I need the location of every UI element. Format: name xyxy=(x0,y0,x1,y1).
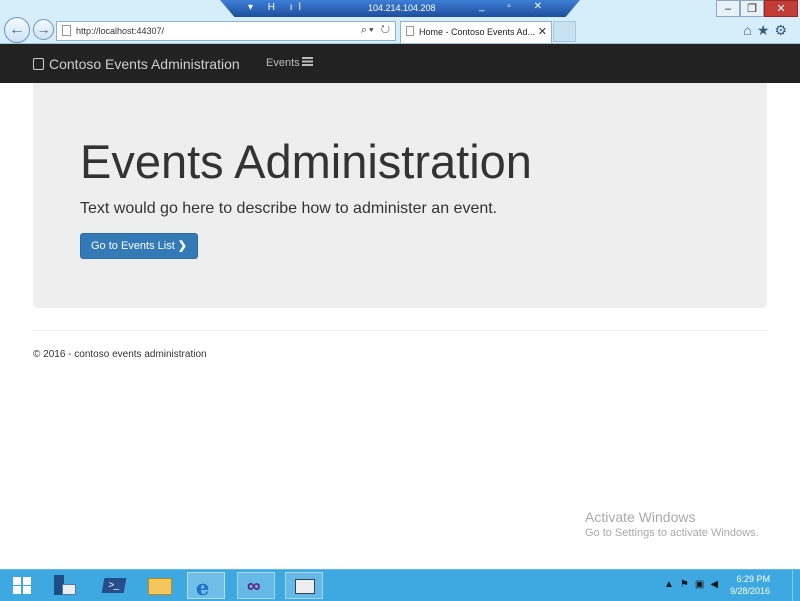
browser-chrome: ▾ H ıl 104.214.104.208 _ ▫ ✕ – ❐ ✕ ← → htt… xyxy=(0,0,800,44)
clock-date: 9/28/2016 xyxy=(729,586,770,596)
app-window-icon xyxy=(295,579,315,594)
brand-link[interactable]: Contoso Events Administration xyxy=(33,56,240,72)
windows-logo-icon xyxy=(13,577,31,594)
visual-studio-icon: ∞ xyxy=(247,576,261,597)
close-window-button[interactable]: ✕ xyxy=(764,0,798,17)
chevron-right-icon: ❯ xyxy=(177,240,187,252)
go-to-events-list-button[interactable]: Go to Events List ❯ xyxy=(80,233,198,259)
forward-arrow-icon: → xyxy=(36,21,51,37)
home-icon[interactable]: ⌂ xyxy=(743,22,756,38)
tray-overflow-icon[interactable]: ▲ xyxy=(664,579,680,590)
clock-time: 6:29 PM xyxy=(736,574,770,584)
button-label: Go to Events List xyxy=(91,240,175,252)
powershell-icon: >_ xyxy=(101,578,127,593)
internet-explorer-icon: e xyxy=(196,575,210,600)
back-arrow-icon: ← xyxy=(9,21,25,38)
jumbotron: Events Administration Text would go here… xyxy=(33,83,767,308)
page-title: Events Administration xyxy=(80,135,532,188)
footer-divider xyxy=(33,330,767,331)
remote-session-bar: ▾ H ıl 104.214.104.208 _ ▫ ✕ xyxy=(220,0,580,17)
taskbar-file-explorer[interactable] xyxy=(141,572,179,599)
taskbar: >_ e ∞ ▲⚑▣◀ 6:29 PM 9/28/2016 xyxy=(0,569,800,601)
window-controls: – ❐ ✕ xyxy=(716,0,798,17)
activation-watermark: Activate Windows Go to Settings to activ… xyxy=(585,509,759,539)
minimize-button[interactable]: – xyxy=(716,0,740,17)
list-icon xyxy=(301,57,313,66)
system-tray: ▲⚑▣◀ xyxy=(664,579,724,590)
taskbar-powershell[interactable]: >_ xyxy=(95,572,133,599)
watermark-subtitle: Go to Settings to activate Windows. xyxy=(585,527,759,539)
taskbar-app-window[interactable] xyxy=(285,572,323,599)
address-tools[interactable]: ⌕▾ ↻ xyxy=(361,24,392,37)
rdp-window-controls[interactable]: _ ▫ ✕ xyxy=(479,1,552,12)
favorites-star-icon[interactable]: ★ xyxy=(757,22,775,38)
taskbar-clock[interactable]: 6:29 PM 9/28/2016 xyxy=(730,573,770,597)
page-icon xyxy=(62,25,71,36)
back-button[interactable]: ← xyxy=(4,17,30,43)
lead-text: Text would go here to describe how to ad… xyxy=(80,200,498,217)
tab-home[interactable]: Home - Contoso Events Ad... ✕ xyxy=(400,21,552,43)
show-desktop-button[interactable] xyxy=(792,570,800,601)
remote-host-label: 104.214.104.208 xyxy=(368,3,436,13)
site-navbar: Contoso Events Administration Events xyxy=(0,44,800,83)
taskbar-visual-studio[interactable]: ∞ xyxy=(237,572,275,599)
forward-button[interactable]: → xyxy=(33,19,54,40)
rdp-pin-icon[interactable]: ▾ H ıl xyxy=(248,2,307,13)
address-url[interactable]: http://localhost:44307/ xyxy=(76,26,164,36)
watermark-title: Activate Windows xyxy=(585,509,696,525)
brand-text: Contoso Events Administration xyxy=(49,56,240,72)
gear-icon[interactable]: ⚙ xyxy=(774,22,792,38)
nav-item-events-label: Events xyxy=(266,57,300,69)
tab-title: Home - Contoso Events Ad... xyxy=(419,27,536,37)
volume-icon[interactable]: ◀ xyxy=(710,579,724,590)
new-tab-button[interactable] xyxy=(553,21,576,42)
network-icon[interactable]: ▣ xyxy=(695,579,710,590)
tab-page-icon xyxy=(406,26,414,36)
calendar-icon xyxy=(33,58,44,70)
restore-button[interactable]: ❐ xyxy=(740,0,764,17)
taskbar-server-manager[interactable] xyxy=(47,572,85,599)
footer-text: © 2016 - contoso events administration xyxy=(33,349,207,360)
nav-item-events[interactable]: Events xyxy=(266,57,313,69)
folder-icon xyxy=(148,578,172,595)
taskbar-internet-explorer[interactable]: e xyxy=(187,572,225,600)
address-bar[interactable]: http://localhost:44307/ ⌕▾ ↻ xyxy=(56,21,396,41)
tab-close-icon[interactable]: ✕ xyxy=(538,25,547,38)
start-button[interactable] xyxy=(4,572,42,599)
browser-toolbar-icons: ⌂★⚙ xyxy=(743,22,792,39)
action-center-flag-icon[interactable]: ⚑ xyxy=(680,579,695,590)
